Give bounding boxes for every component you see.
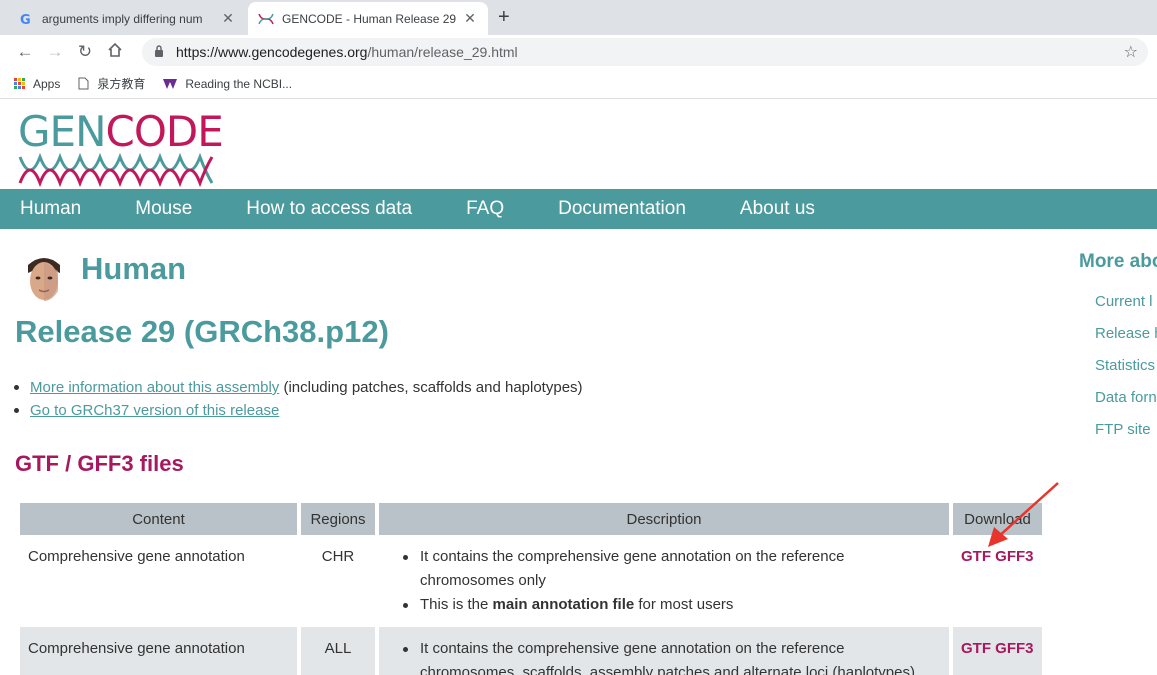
bookmark-label: Apps <box>33 76 61 91</box>
bookmark-label: Reading the NCBI... <box>185 76 293 91</box>
apps-grid-icon <box>14 78 25 89</box>
release-heading: Release 29 (GRCh38.p12) <box>15 314 389 349</box>
bookmark-quanfang[interactable]: 泉方教育 <box>78 75 145 92</box>
cell-description: It contains the comprehensive gene annot… <box>379 627 949 675</box>
nav-about-us[interactable]: About us <box>740 198 815 220</box>
files-table: Content Regions Description Download Com… <box>16 503 1046 675</box>
gencode-icon <box>258 11 274 27</box>
dna-helix-icon <box>18 152 214 188</box>
assembly-info-link[interactable]: More information about this assembly <box>30 379 279 396</box>
svg-text:G: G <box>20 13 31 26</box>
gencode-logo[interactable]: GENCODE <box>18 111 224 192</box>
lock-icon <box>154 44 168 60</box>
nav-how-to-access-data[interactable]: How to access data <box>246 198 412 220</box>
back-arrow-icon[interactable]: ← <box>10 42 40 62</box>
logo-code: CODE <box>105 107 224 156</box>
table-row: Comprehensive gene annotation CHR It con… <box>20 535 1042 627</box>
desc-text: This is the main annotation file for mos… <box>420 596 734 613</box>
nav-human[interactable]: Human <box>20 198 81 220</box>
new-tab-button[interactable]: + <box>498 6 510 29</box>
cell-content: Comprehensive gene annotation <box>28 548 245 565</box>
nav-faq[interactable]: FAQ <box>466 198 504 220</box>
download-links[interactable]: GTF GFF3 <box>953 627 1042 675</box>
sidebar-title: More abo <box>1079 251 1157 272</box>
nav-mouse[interactable]: Mouse <box>135 198 192 220</box>
bookmark-apps[interactable]: Apps <box>14 77 60 91</box>
sidebar-item-ftp-site[interactable]: FTP site <box>1095 421 1157 441</box>
bookmark-ncbi[interactable]: Reading the NCBI... <box>163 77 292 91</box>
sidebar-item-statistics[interactable]: Statistics <box>1095 357 1157 377</box>
google-icon: G <box>18 11 34 27</box>
page-icon <box>78 77 89 90</box>
bookmark-label: 泉方教育 <box>97 77 146 91</box>
grch37-link[interactable]: Go to GRCh37 version of this release <box>30 402 279 419</box>
cell-regions: ALL <box>301 627 375 675</box>
assembly-links: More information about this assembly (in… <box>14 379 583 425</box>
annotation-arrow-icon <box>988 482 1059 547</box>
list-item: More information about this assembly (in… <box>14 379 583 396</box>
browser-tab-google[interactable]: G arguments imply differing num ✕ <box>8 2 246 35</box>
home-icon[interactable] <box>100 42 130 63</box>
sidebar-item-current[interactable]: Current l <box>1095 293 1157 313</box>
cell-content: Comprehensive gene annotation <box>20 627 297 675</box>
desc-text: It contains the comprehensive gene annot… <box>420 640 915 675</box>
col-header-content: Content <box>20 503 297 535</box>
tab-title: GENCODE - Human Release 29 <box>282 11 457 26</box>
list-item: Go to GRCh37 version of this release <box>14 402 583 419</box>
forward-arrow-icon[interactable]: → <box>40 42 70 62</box>
browser-tab-gencode[interactable]: GENCODE - Human Release 29 ✕ <box>248 2 488 35</box>
bookmark-icon <box>163 78 178 89</box>
species-heading: Human <box>81 251 187 286</box>
address-bar[interactable]: https://www.gencodegenes.org/human/relea… <box>142 38 1148 66</box>
logo-gen: GEN <box>18 107 107 156</box>
cell-regions: CHR <box>321 548 355 565</box>
sidebar-item-release-history[interactable]: Release h <box>1095 325 1157 345</box>
desc-text: It contains the comprehensive gene annot… <box>420 548 845 589</box>
col-header-regions: Regions <box>301 503 375 535</box>
sidebar-item-data-format[interactable]: Data forn <box>1095 389 1157 409</box>
browser-toolbar: ← → ↻ https://www.gencodegenes.org/human… <box>0 35 1157 69</box>
human-face-icon <box>20 251 68 305</box>
tab-title: arguments imply differing num <box>42 11 203 26</box>
nav-documentation[interactable]: Documentation <box>558 198 686 220</box>
close-icon[interactable]: ✕ <box>220 10 236 27</box>
star-icon[interactable]: ☆ <box>1124 42 1138 62</box>
cell-description: It contains the comprehensive gene annot… <box>379 535 949 627</box>
browser-tabstrip: G arguments imply differing num ✕ GENCOD… <box>0 0 1157 35</box>
url-path: /human/release_29.html <box>367 44 518 60</box>
url-host: https://www.gencodegenes.org <box>176 44 368 60</box>
section-heading: GTF / GFF3 files <box>15 451 184 476</box>
col-header-description: Description <box>379 503 949 535</box>
main-nav: Human Mouse How to access data FAQ Docum… <box>0 189 1157 229</box>
sidebar: More abo Current l Release h Statistics … <box>1079 251 1157 453</box>
link-suffix: (including patches, scaffolds and haplot… <box>279 379 583 396</box>
reload-icon[interactable]: ↻ <box>70 42 100 62</box>
bookmarks-bar: Apps 泉方教育 Reading the NCBI... <box>0 69 1157 99</box>
table-row: Comprehensive gene annotation ALL It con… <box>20 627 1042 675</box>
page-content: GENCODE Human Mouse How to access data F… <box>0 99 1157 675</box>
close-icon[interactable]: ✕ <box>462 10 478 27</box>
